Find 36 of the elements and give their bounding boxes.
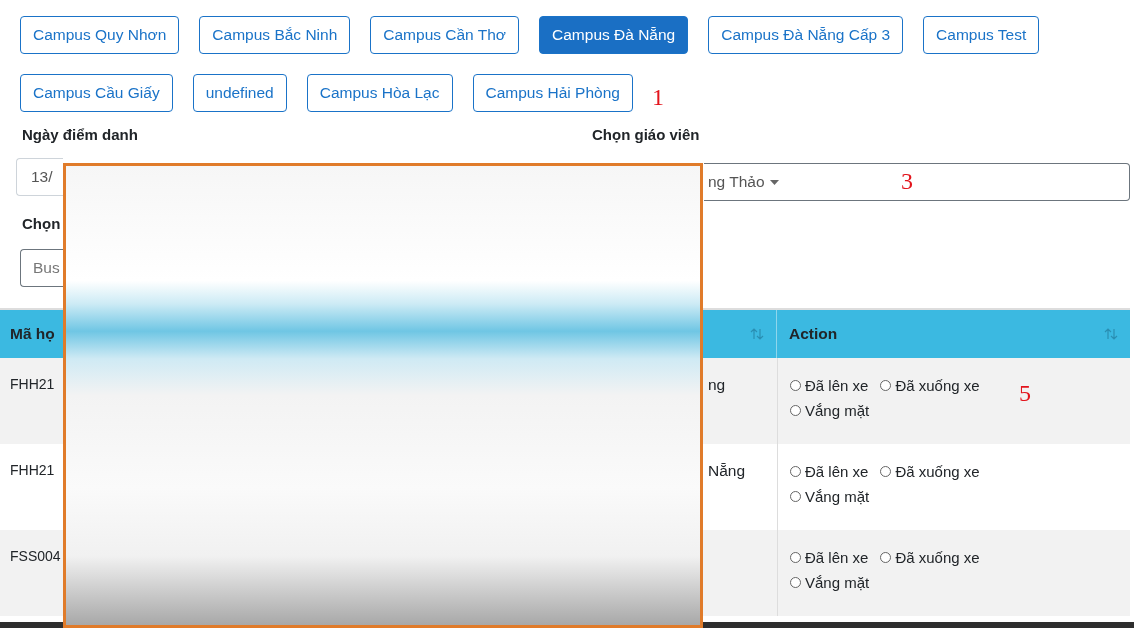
caret-icon — [769, 179, 779, 185]
attendance-radio[interactable]: Vắng mặt — [790, 488, 870, 505]
sort-icon[interactable] — [750, 328, 764, 340]
campus-button[interactable]: Campus Cần Thơ — [370, 16, 520, 54]
campus-button[interactable]: undefined — [192, 74, 287, 112]
annotation-number: 5 — [1019, 380, 1031, 407]
attendance-radio[interactable]: Đã lên xe — [790, 377, 869, 394]
attendance-radio[interactable]: Đã lên xe — [790, 549, 869, 566]
column-header: Mã họ — [10, 325, 55, 343]
table-cell: FSS004 — [10, 548, 61, 564]
campus-button[interactable]: Campus Đà Nẵng Cấp 3 — [708, 16, 904, 54]
attendance-radio[interactable]: Đã xuống xe — [880, 549, 980, 566]
field-label: Chọn — [22, 215, 61, 234]
table-cell: FHH21 — [10, 462, 55, 478]
attendance-radio[interactable]: Đã lên xe — [790, 463, 869, 480]
attendance-radio[interactable]: Đã xuống xe — [880, 377, 980, 394]
campus-button[interactable]: Campus Đà Nẵng — [539, 16, 689, 54]
campus-button[interactable]: Campus Cầu Giấy — [20, 74, 173, 112]
campus-button[interactable]: Campus Bắc Ninh — [199, 16, 351, 54]
attendance-radio[interactable]: Đã xuống xe — [880, 463, 980, 480]
field-label: Ngày điểm danh — [22, 126, 138, 145]
annotation-number: 3 — [901, 168, 913, 195]
campus-button[interactable]: Campus Hòa Lạc — [306, 74, 453, 112]
campus-button[interactable]: Campus Hải Phòng — [472, 74, 633, 112]
sort-icon[interactable] — [1104, 328, 1118, 340]
table-cell: Nẵng — [708, 462, 746, 479]
table-cell: ng — [708, 376, 726, 393]
attendance-radio[interactable]: Vắng mặt — [790, 574, 870, 591]
annotation-number: 1 — [652, 84, 664, 111]
column-header: Action — [789, 325, 838, 343]
bus-input-field[interactable]: Bus — [20, 249, 63, 287]
field-label: Chọn giáo viên — [592, 126, 700, 145]
campus-button[interactable]: Campus Test — [923, 16, 1040, 54]
attendance-radio[interactable]: Vắng mặt — [790, 402, 870, 419]
campus-button[interactable]: Campus Quy Nhơn — [20, 16, 180, 54]
table-cell: FHH21 — [10, 376, 55, 392]
